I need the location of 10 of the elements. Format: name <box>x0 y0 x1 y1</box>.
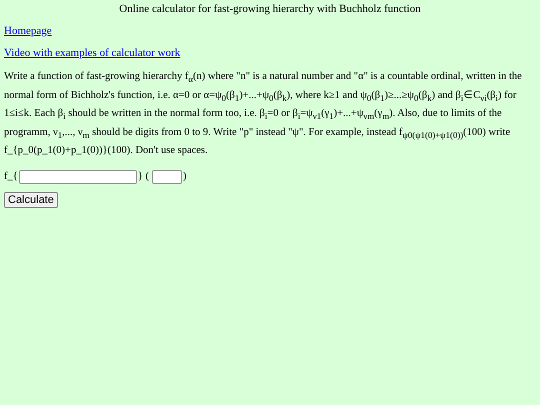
page-link[interactable]: Video with examples of calculator work <box>4 47 180 59</box>
formula-prefix: f_{ <box>4 171 18 182</box>
calculate-button[interactable]: Calculate <box>4 192 58 208</box>
formula-suffix: ) <box>182 171 186 182</box>
instructions-text: Write a function of fast-growing hierarchy f$_{α}$(n) where "n" is a natural number and "α" is a countable ordinal, written in the normal form of Bichholz's function, i.e. α=0 or α=ψ$_{0}$(β$_{1}$)+...+ψ$_{0}$(β$_{k}$), where k≥1 and ψ$_{0}$(β$_{1}$)≥...≥ψ$_{0}$(β$_{k}$) and β$_{i}$∈C$_{νi}$(β$_{i}$) for 1≤i≤k. Each β$_{i}$ should be written in the normal form too, i.e. β$_{i}$=0 or β$_{i}$=ψ$_{ν1}$(γ$_{1}$)+...+ψ$_{νm}$(γ$_{m}$). Also, due to limits of the programm, ν$_{1}$,..., ν$_{m}$ should be digits from 0 to 9. Write "p" instead "ψ". For example, instead f$_{ψ0(ψ1(0)+ψ1(0))}$(100) write f_{p_0(p_1(0)+p_1(0))}(100). Don't use spaces. <box>4 70 523 158</box>
ordinal-input-field[interactable] <box>18 170 137 184</box>
number-input-field[interactable] <box>152 170 182 184</box>
page-title: Online calculator for fast-growing hierarchy with Buchholz function <box>118 3 422 15</box>
page-link[interactable]: Homepage <box>4 25 52 37</box>
formula-middle: } ( <box>138 171 149 182</box>
